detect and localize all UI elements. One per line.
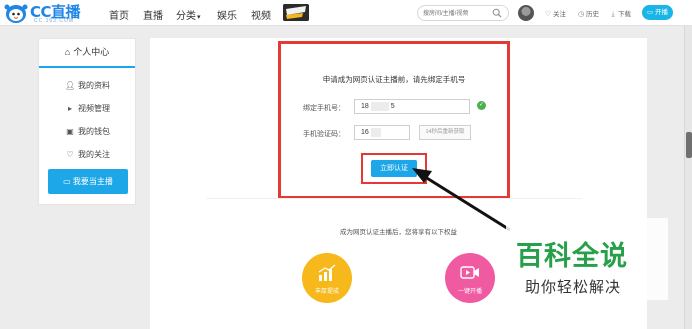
logo-subtext: CC.163.COM [34, 18, 75, 24]
nav-category-label: 分类 [176, 11, 196, 22]
verify-now-button[interactable]: 立即认证 [371, 160, 417, 177]
phone-field[interactable]: 18 5 [354, 99, 470, 114]
watermark: 百科全说 助你轻松解决 [506, 218, 668, 300]
video-camera-icon [460, 266, 479, 279]
nav-live[interactable]: 直播 [143, 7, 163, 22]
user-avatar[interactable] [518, 5, 534, 21]
nav-video[interactable]: 视频 [251, 7, 271, 22]
check-icon: ✓ [477, 101, 486, 110]
nav-category[interactable]: 分类▾ [176, 7, 201, 22]
phone-binding-form: 申请成为网页认证主播前，请先绑定手机号 绑定手机号： 18 5 ✓ 手机验证码： … [278, 41, 510, 199]
become-streamer-label: 我要当主播 [72, 177, 113, 186]
heart-icon: ♡ [66, 150, 74, 159]
mascot-icon [4, 4, 28, 23]
benefit-label: 丰厚提成 [314, 289, 339, 295]
masked-digits [370, 127, 381, 137]
download-icon: ⤓ [611, 11, 615, 18]
submit-highlight: 立即认证 [361, 153, 427, 184]
nav-entertainment[interactable]: 娱乐 [217, 7, 237, 22]
search-icon[interactable] [492, 8, 502, 18]
flag-graphic [283, 4, 309, 21]
heart-icon: ♡ [544, 11, 552, 18]
camera-icon: ▭ [647, 9, 654, 16]
benefit-commission: 丰厚提成 [302, 253, 352, 303]
verification-code-field[interactable]: 16 [354, 125, 410, 140]
sidebar-item-video-manage[interactable]: ▸ 视频管理 [65, 103, 110, 114]
phone-suffix: 5 [390, 103, 395, 110]
benefit-one-click-live: 一键开播 [445, 253, 495, 303]
sidebar-item-label: 我的资料 [78, 81, 110, 90]
become-streamer-button[interactable]: ▭ 我要当主播 [48, 169, 128, 194]
form-title: 申请成为网页认证主播前，请先绑定手机号 [322, 75, 466, 84]
code-label: 手机验证码： [303, 131, 345, 138]
masked-digits [370, 101, 389, 111]
clock-icon: ◷ [577, 11, 585, 18]
history-link[interactable]: ◷ 历史 [577, 8, 599, 18]
download-label: 下载 [618, 11, 631, 18]
history-label: 历史 [586, 11, 599, 18]
sidebar-title: 个人中心 [73, 47, 110, 57]
benefit-label: 一键开播 [457, 289, 482, 295]
sidebar-item-follows[interactable]: ♡ 我的关注 [65, 149, 110, 160]
sidebar-item-wallet[interactable]: ▣ 我的钱包 [65, 126, 110, 137]
camera-icon: ▭ [63, 177, 71, 186]
sidebar-item-label: 我的钱包 [78, 127, 110, 136]
divider [206, 198, 582, 199]
promo-banner-icon[interactable] [283, 4, 309, 21]
top-navigation-bar: CC直播 CC.163.COM 首页 直播 分类▾ 娱乐 视频 ♡关注 ◷历史 … [0, 0, 692, 26]
video-icon: ▸ [67, 104, 72, 113]
wallet-icon: ▣ [66, 127, 74, 136]
watermark-subtitle: 助你轻松解决 [525, 279, 622, 296]
follow-label: 关注 [553, 11, 566, 18]
follow-link[interactable]: ♡ 关注 [544, 8, 566, 18]
phone-label: 绑定手机号： [303, 105, 345, 112]
download-link[interactable]: ⤓ 下载 [609, 8, 631, 19]
sidebar-header: ⌂ 个人中心 [39, 39, 135, 68]
cc-live-logo[interactable]: CC直播 CC.163.COM [4, 2, 94, 24]
personal-center-sidebar: ⌂ 个人中心 👤︎ 我的资料 ▸ 视频管理 ▣ 我的钱包 ♡ 我的关注 ▭ 我要当主播 [38, 38, 136, 205]
code-prefix: 16 [361, 129, 369, 136]
page-scrollbar[interactable] [684, 26, 692, 329]
watermark-title: 百科全说 [516, 241, 628, 272]
nav-home[interactable]: 首页 [109, 7, 129, 22]
user-icon: 👤︎ [65, 81, 76, 90]
start-live-label: 开播 [654, 9, 668, 16]
sidebar-item-profile[interactable]: 👤︎ 我的资料 [65, 80, 110, 91]
home-icon: ⌂ [64, 47, 71, 57]
search-box[interactable] [417, 5, 509, 21]
sidebar-item-label: 我的关注 [78, 150, 110, 159]
bar-chart-icon [318, 264, 336, 281]
start-live-button[interactable]: ▭ 开播 [642, 5, 673, 20]
phone-prefix: 18 [361, 103, 369, 110]
chevron-down-icon: ▾ [197, 14, 201, 21]
search-input[interactable] [423, 8, 491, 19]
sidebar-item-label: 视频管理 [78, 104, 110, 113]
resend-code-button[interactable]: 14秒后重新获取 [419, 125, 471, 140]
scrollbar-thumb[interactable] [686, 132, 692, 158]
